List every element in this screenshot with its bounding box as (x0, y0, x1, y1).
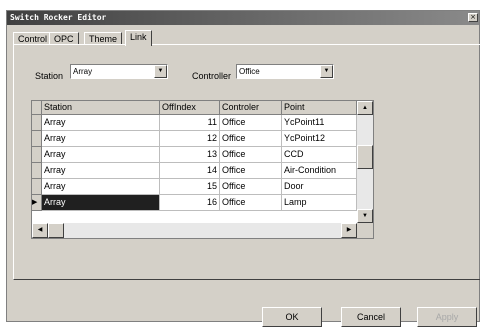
cancel-button[interactable]: Cancel (341, 307, 401, 327)
horizontal-scrollbar[interactable]: ◀ ▶ (32, 223, 357, 238)
cell-controller[interactable]: Office (220, 115, 282, 131)
row-indicator[interactable] (32, 147, 42, 163)
cell-controller[interactable]: Office (220, 163, 282, 179)
cell-offindex[interactable]: 13 (160, 147, 220, 163)
row-indicator[interactable] (32, 115, 42, 131)
grid-corner-header (32, 101, 42, 115)
cell-controller[interactable]: Office (220, 131, 282, 147)
station-label: Station (35, 71, 64, 81)
controller-label: Controller (192, 71, 232, 81)
cell-offindex[interactable]: 12 (160, 131, 220, 147)
station-select-value: Array (73, 67, 93, 76)
scroll-down-icon[interactable]: ▼ (357, 209, 373, 223)
station-select[interactable]: Array ▼ (70, 64, 168, 79)
cell-offindex[interactable]: 15 (160, 179, 220, 195)
controller-select[interactable]: Office ▼ (236, 64, 334, 79)
scroll-up-icon[interactable]: ▲ (357, 101, 373, 115)
cell-point[interactable]: Door (282, 179, 357, 195)
tab-link[interactable]: Link (125, 30, 152, 46)
cell-point[interactable]: Air-Condition (282, 163, 357, 179)
cell-controller[interactable]: Office (220, 147, 282, 163)
cell-station-selected[interactable]: Array (42, 195, 160, 211)
column-header-controller[interactable]: Controler (220, 101, 282, 115)
cell-station[interactable]: Array (42, 115, 160, 131)
cell-point[interactable]: Lamp (282, 195, 357, 211)
cell-point[interactable]: CCD (282, 147, 357, 163)
window-title: Switch Rocker Editor (10, 13, 107, 22)
cell-controller[interactable]: Office (220, 195, 282, 211)
horizontal-scroll-thumb[interactable] (48, 223, 64, 238)
scroll-left-icon[interactable]: ◀ (32, 223, 48, 238)
cell-station[interactable]: Array (42, 147, 160, 163)
vertical-scrollbar[interactable]: ▲ ▼ (357, 101, 373, 223)
close-icon[interactable]: × (468, 13, 478, 22)
cell-station[interactable]: Array (42, 131, 160, 147)
chevron-down-icon[interactable]: ▼ (154, 65, 167, 78)
cell-point[interactable]: YcPoint12 (282, 131, 357, 147)
controller-select-value: Office (239, 67, 260, 76)
column-header-point[interactable]: Point (282, 101, 357, 115)
apply-button[interactable]: Apply (417, 307, 477, 327)
scroll-right-icon[interactable]: ▶ (341, 223, 357, 238)
vertical-scroll-thumb[interactable] (357, 145, 373, 169)
column-header-offindex[interactable]: OffIndex (160, 101, 220, 115)
cell-offindex[interactable]: 16 (160, 195, 220, 211)
link-grid: Station OffIndex Controler Point Array 1… (31, 100, 374, 239)
current-row-indicator[interactable]: ▶ (32, 195, 42, 211)
title-bar: Switch Rocker Editor × (7, 11, 479, 25)
editor-window: Switch Rocker Editor × Control OPC Theme… (6, 10, 480, 327)
cell-point[interactable]: YcPoint11 (282, 115, 357, 131)
cell-station[interactable]: Array (42, 179, 160, 195)
cell-offindex[interactable]: 11 (160, 115, 220, 131)
row-indicator[interactable] (32, 163, 42, 179)
column-header-station[interactable]: Station (42, 101, 160, 115)
cell-offindex[interactable]: 14 (160, 163, 220, 179)
cell-controller[interactable]: Office (220, 179, 282, 195)
chevron-down-icon[interactable]: ▼ (320, 65, 333, 78)
row-indicator[interactable] (32, 131, 42, 147)
cell-station[interactable]: Array (42, 163, 160, 179)
row-indicator[interactable] (32, 179, 42, 195)
ok-button[interactable]: OK (262, 307, 322, 327)
scrollbar-corner (357, 223, 373, 238)
